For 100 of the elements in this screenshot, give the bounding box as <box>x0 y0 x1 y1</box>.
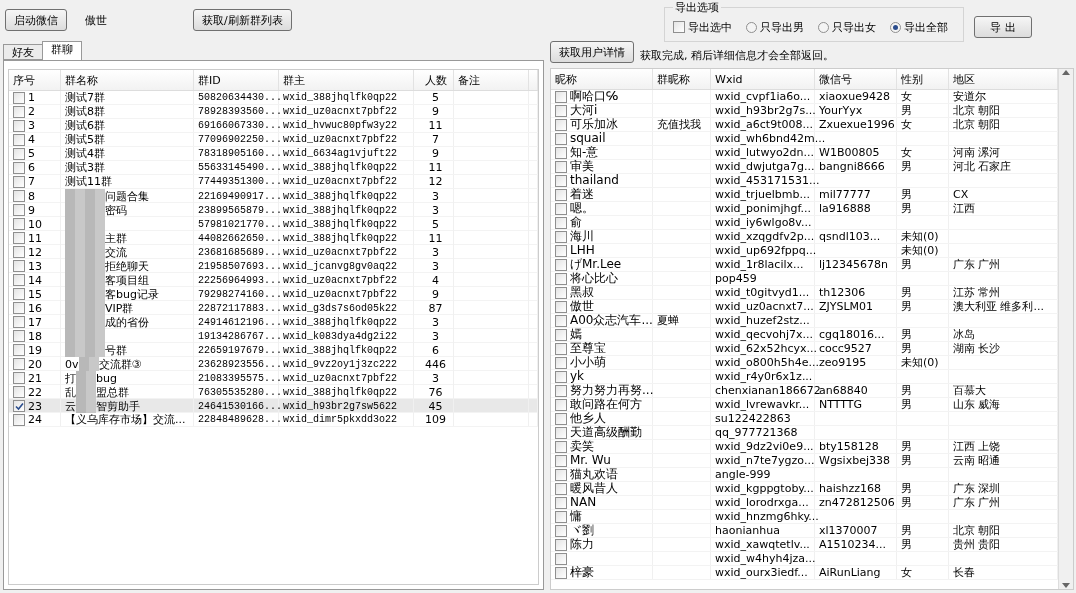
checkbox[interactable] <box>555 104 567 117</box>
checkbox[interactable] <box>555 160 567 173</box>
refresh-groups-button[interactable]: 获取/刷新群列表 <box>193 9 292 31</box>
checkbox[interactable] <box>555 370 567 383</box>
radio-button[interactable] <box>890 21 901 33</box>
table-row[interactable]: 13 拒绝聊天 21958507693...wxid_jcanvg8gv0aq22 3 <box>9 259 538 273</box>
checkbox[interactable] <box>555 146 567 159</box>
table-row[interactable]: 嫣 wxid_qecvohj7x... cgq18016... 男 冰岛 <box>551 328 1058 342</box>
table-row[interactable]: 敢问路在何方 wxid_lvrewavkr... NTTTTG 男 山东 威海 <box>551 398 1058 412</box>
table-row[interactable]: 梓豪 wxid_ourx3iedf... AiRunLiang 女 长春 <box>551 566 1058 580</box>
table-row[interactable]: wxid_w4hyh4jza... <box>551 552 1058 566</box>
checkbox[interactable] <box>555 188 567 201</box>
checkbox[interactable] <box>13 302 25 314</box>
checkbox[interactable] <box>13 316 25 328</box>
table-row[interactable]: 努力努力再努... chenxianan186672an68840 男 百慕大 <box>551 384 1058 398</box>
column-header[interactable]: 微信号 <box>815 69 897 89</box>
checkbox[interactable] <box>13 133 25 146</box>
checkbox[interactable] <box>555 90 567 103</box>
table-row[interactable]: NAN wxid_lorodrxga... zn472812506 男 广东 广州 <box>551 496 1058 510</box>
checkbox[interactable] <box>555 300 567 313</box>
column-header[interactable]: 昵称 <box>551 69 653 89</box>
checkbox[interactable] <box>673 21 685 33</box>
checkbox[interactable] <box>13 218 25 230</box>
checkbox[interactable] <box>555 384 567 397</box>
table-row[interactable]: ヾ劉 haonianhua xl1370007 男 北京 朝阳 <box>551 524 1058 538</box>
table-row[interactable]: 24 【义乌库存市场】交流... 22848489628...wxid_dimr5pkxdd3o22 109 <box>9 413 538 427</box>
checkbox[interactable] <box>555 454 567 467</box>
checkbox[interactable] <box>13 161 25 174</box>
checkbox[interactable] <box>555 398 567 411</box>
table-row[interactable]: 暖风昔人 wxid_kgppgtoby... haishzz168 男 广东 深圳 <box>551 482 1058 496</box>
table-row[interactable]: Mr. Wu wxid_n7te7ygzo... Wgsixbej338 男 云南 昭通 <box>551 454 1058 468</box>
column-header[interactable]: 群名称 <box>61 70 194 90</box>
table-row[interactable]: 20 0v 交流群③ 23628923556...wxid_9vz2oy1j3zc222 446 <box>9 357 538 371</box>
checkbox[interactable] <box>555 258 567 271</box>
table-row[interactable]: A00众志汽车... 夏蝉 wxid_huzef2stz... <box>551 314 1058 328</box>
column-header[interactable]: Wxid <box>711 69 815 89</box>
column-header[interactable]: 序号 <box>9 70 61 90</box>
table-row[interactable]: 审美 wxid_dwjutga7g... bangni8666 男 河北 石家庄 <box>551 160 1058 174</box>
table-row[interactable]: 陈力 wxid_xawqtetlv... A1510234... 男 贵州 贵阳 <box>551 538 1058 552</box>
checkbox[interactable] <box>13 105 25 118</box>
checkbox[interactable] <box>13 147 25 160</box>
checkbox[interactable] <box>555 412 567 425</box>
table-row[interactable]: squail wxid_wh6bnd42m... <box>551 132 1058 146</box>
table-row[interactable]: 着迷 wxid_trjuelbmb... mil77777 男 CX <box>551 188 1058 202</box>
table-row[interactable]: 他乡人 su122422863 <box>551 412 1058 426</box>
column-header[interactable]: 群ID <box>194 70 279 90</box>
checkbox[interactable] <box>555 314 567 327</box>
checkbox[interactable] <box>555 426 567 439</box>
checkbox[interactable] <box>555 496 567 509</box>
checkbox[interactable] <box>555 174 567 187</box>
table-row[interactable]: 至尊宝 wxid_62x52hcyx... cocc9527 男 湖南 长沙 <box>551 342 1058 356</box>
checkbox[interactable] <box>13 260 25 272</box>
checkbox[interactable] <box>13 344 25 356</box>
export-button[interactable]: 导 出 <box>974 16 1032 38</box>
checkbox[interactable] <box>13 91 25 104</box>
table-row[interactable]: 17 成的省份 24914612196...wxid_388jhqlfk0qp22 3 <box>9 315 538 329</box>
checkbox[interactable] <box>555 272 567 285</box>
table-row[interactable]: 15 客bug记录 79298274160...wxid_uz0acnxt7pbf22 9 <box>9 287 538 301</box>
table-row[interactable]: 9 密码 23899565879...wxid_388jhqlfk0qp22 3 <box>9 203 538 217</box>
table-row[interactable]: 俞 wxid_iy6wlgo8v... <box>551 216 1058 230</box>
checkbox[interactable] <box>555 538 567 551</box>
scrollbar[interactable] <box>1058 69 1073 589</box>
table-row[interactable]: 1 测试7群 50820634430...wxid_388jhqlfk0qp22 5 <box>9 91 538 105</box>
column-header[interactable]: 群昵称 <box>653 69 711 89</box>
table-row[interactable]: 2 测试8群 78928393560...wxid_uz0acnxt7pbf22 9 <box>9 105 538 119</box>
table-row[interactable]: 知-意 wxid_lutwyo2dn... W1B00805 女 河南 漯河 <box>551 146 1058 160</box>
table-row[interactable]: 3 测试6群 69166067330...wxid_hvwuc80pfw3y22 11 <box>9 119 538 133</box>
table-row[interactable]: 21 打 bug 21083395575...wxid_uz0acnxt7pbf22 3 <box>9 371 538 385</box>
radio-option[interactable]: 导出全部 <box>890 19 948 35</box>
checkbox[interactable] <box>555 244 567 257</box>
radio-option[interactable]: 只导出男 <box>746 19 804 35</box>
checkbox[interactable] <box>555 356 567 369</box>
checkbox[interactable] <box>555 342 567 355</box>
table-row[interactable]: LHH wxid_up692fppq... 未知(0) <box>551 244 1058 258</box>
table-row[interactable]: 可乐加冰 充值找我 wxid_a6ct9t008... Zxuexue1996 女 北京 朝阳 <box>551 118 1058 132</box>
table-row[interactable]: 天道高级酬勤 qq_977721368 <box>551 426 1058 440</box>
checkbox[interactable] <box>555 286 567 299</box>
table-row[interactable]: 啊哈口℅ wxid_cvpf1ia6o... xiaoxue9428 女 安道尔 <box>551 90 1058 104</box>
scroll-down-icon[interactable] <box>1062 583 1070 589</box>
checkbox[interactable] <box>13 232 25 244</box>
table-row[interactable]: 慵 wxid_hnzmg6hky... <box>551 510 1058 524</box>
checkbox[interactable] <box>555 328 567 341</box>
column-header[interactable]: 群主 <box>279 70 414 90</box>
table-row[interactable]: 猫丸欢语 angle-999 <box>551 468 1058 482</box>
checkbox[interactable] <box>555 510 567 523</box>
table-row[interactable]: 5 测试4群 78318905160...wxid_6634ag1vjuft22 9 <box>9 147 538 161</box>
table-row[interactable]: 10 57981021770...wxid_388jhqlfk0qp22 5 <box>9 217 538 231</box>
table-row[interactable]: 16 VIP群 22872117883...wxid_g3ds7s6od05k22 87 <box>9 301 538 315</box>
checkbox[interactable] <box>13 175 25 188</box>
checkbox[interactable] <box>13 386 25 398</box>
tab[interactable]: 好友 <box>3 44 43 60</box>
export-selected-checkbox[interactable]: 导出选中 <box>673 19 732 35</box>
table-row[interactable]: 6 测试3群 55633145490...wxid_388jhqlfk0qp22 11 <box>9 161 538 175</box>
table-row[interactable]: 12 交流 23681685689...wxid_uz0acnxt7pbf22 3 <box>9 245 538 259</box>
table-row[interactable]: 将心比心 pop459 <box>551 272 1058 286</box>
checkbox[interactable] <box>13 204 25 216</box>
checkbox[interactable] <box>555 524 567 537</box>
checkbox[interactable] <box>13 330 25 342</box>
table-row[interactable]: 卖笑 wxid_9dz2vi0e9... bty158128 男 江西 上饶 <box>551 440 1058 454</box>
checkbox[interactable] <box>13 400 25 412</box>
